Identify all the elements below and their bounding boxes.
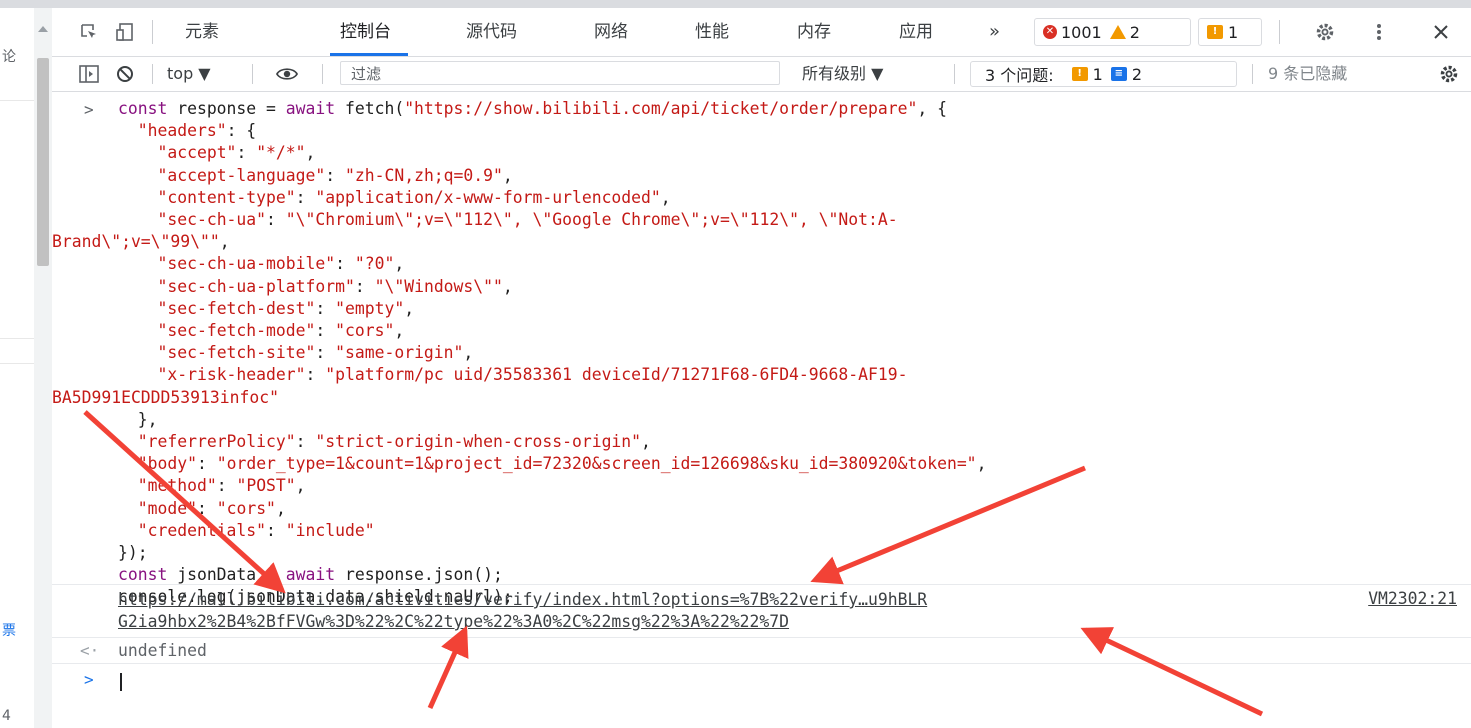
return-arrow-icon: <· xyxy=(80,641,100,660)
divider xyxy=(0,363,34,364)
close-icon[interactable] xyxy=(1430,22,1452,42)
tab-network[interactable]: 网络 xyxy=(594,8,628,56)
scroll-up-icon[interactable] xyxy=(38,26,48,32)
divider xyxy=(152,64,153,84)
divider xyxy=(954,64,955,84)
issues-button[interactable]: 3 个问题: ! 1 ≡ 2 xyxy=(970,61,1237,87)
hidden-messages-count: 9 条已隐藏 xyxy=(1268,64,1348,83)
source-location-link[interactable]: VM2302:21 xyxy=(1368,589,1457,608)
console-filter-bar: top ▼ 过滤 所有级别 ▼ 3 个问题: ! 1 ≡ 2 9 条已隐藏 xyxy=(52,57,1471,92)
input-prompt-icon: > xyxy=(84,100,94,119)
tab-console[interactable]: 控制台 xyxy=(340,8,391,56)
tab-elements[interactable]: 元素 xyxy=(185,8,219,56)
logged-url-link[interactable]: https://mall.bilibili.com/activities/ver… xyxy=(118,589,927,633)
info-issue-icon: ≡ xyxy=(1110,67,1127,81)
error-icon: ✕ xyxy=(1043,25,1057,39)
issue-count-orange: 1 xyxy=(1092,64,1103,84)
settings-gear-icon[interactable] xyxy=(1314,22,1336,42)
executed-code[interactable]: const response = await fetch("https://sh… xyxy=(52,98,986,609)
sidebar-toggle-icon[interactable] xyxy=(78,64,100,84)
more-tabs-button[interactable]: » xyxy=(989,8,1000,56)
console-input-entry[interactable]: > const response = await fetch("https://… xyxy=(52,98,1471,606)
console-log-message: https://mall.bilibili.com/activities/ver… xyxy=(52,584,1471,637)
live-expression-eye-icon[interactable] xyxy=(276,64,298,84)
logged-url-line-1[interactable]: https://mall.bilibili.com/activities/ver… xyxy=(118,589,927,611)
error-count: 1001 xyxy=(1061,22,1102,42)
issue-icon: ! xyxy=(1071,67,1088,81)
warning-count: 2 xyxy=(1129,22,1140,42)
divider xyxy=(1252,64,1253,84)
issues-label: 3 个问题: xyxy=(985,66,1054,85)
device-toolbar-icon[interactable] xyxy=(114,22,136,42)
warning-icon xyxy=(1109,25,1126,39)
page-text-fragment: 论 xyxy=(2,49,16,65)
issue-count: 1 xyxy=(1228,22,1239,42)
devtools-tab-bar: 元素 控制台 源代码 网络 性能 内存 应用 » ✕ 1001 2 ! 1 xyxy=(52,8,1471,57)
filter-input[interactable]: 过滤 xyxy=(340,61,780,85)
divider xyxy=(152,20,153,44)
prompt-chevron-icon: > xyxy=(84,670,94,689)
divider xyxy=(252,64,253,84)
context-selector[interactable]: top ▼ xyxy=(167,57,211,91)
console-return-value: <· undefined xyxy=(52,637,1471,664)
divider xyxy=(1279,20,1280,44)
divider xyxy=(322,64,323,84)
page-content-pane: 论 票 4 xyxy=(0,8,35,728)
page-scrollbar[interactable] xyxy=(34,8,52,728)
more-options-icon[interactable] xyxy=(1368,22,1390,42)
logged-url-line-2[interactable]: G2ia9hbx2%2B4%2BfFVGw%3D%22%2C%22type%22… xyxy=(118,611,927,633)
text-cursor xyxy=(120,673,122,691)
issue-icon: ! xyxy=(1207,25,1223,39)
tab-application[interactable]: 应用 xyxy=(899,8,933,56)
page-text-fragment: 票 xyxy=(2,623,16,639)
clear-console-icon[interactable] xyxy=(114,64,136,84)
browser-top-border xyxy=(0,0,1471,8)
divider xyxy=(0,100,34,101)
error-warning-counter[interactable]: ✕ 1001 2 xyxy=(1034,18,1191,46)
issues-counter[interactable]: ! 1 xyxy=(1198,18,1262,46)
console-settings-gear-icon[interactable] xyxy=(1438,64,1460,84)
page-text-fragment: 4 xyxy=(2,708,11,724)
devtools-panel: 元素 控制台 源代码 网络 性能 内存 应用 » ✕ 1001 2 ! 1 to… xyxy=(52,8,1471,728)
active-tab-indicator xyxy=(330,53,408,56)
divider xyxy=(0,338,34,339)
console-prompt-input[interactable]: > xyxy=(52,663,1471,700)
console-output: > const response = await fetch("https://… xyxy=(52,92,1471,728)
tab-memory[interactable]: 内存 xyxy=(797,8,831,56)
scrollbar-thumb[interactable] xyxy=(37,58,49,266)
tab-sources[interactable]: 源代码 xyxy=(466,8,517,56)
log-levels-dropdown[interactable]: 所有级别 ▼ xyxy=(802,57,883,91)
issue-count-blue: 2 xyxy=(1131,64,1143,84)
inspect-element-icon[interactable] xyxy=(78,22,100,42)
tab-performance[interactable]: 性能 xyxy=(695,8,729,56)
return-value: undefined xyxy=(118,641,207,660)
